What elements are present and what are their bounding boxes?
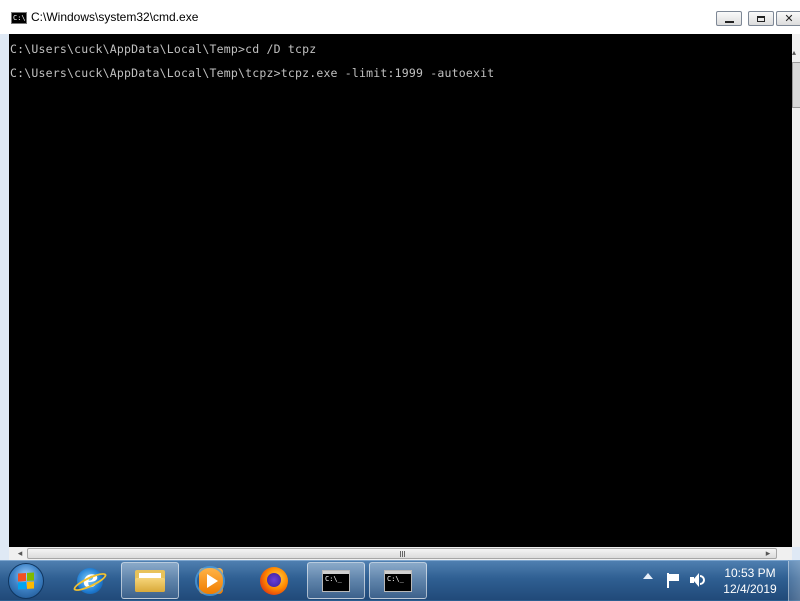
clock-date: 12/4/2019 [723, 582, 777, 596]
action-center-flag-icon[interactable] [667, 573, 680, 588]
taskbar-command-prompt-1[interactable]: C:\_ [307, 562, 365, 599]
firefox-icon [260, 566, 288, 595]
taskbar-firefox[interactable] [245, 562, 303, 599]
close-button[interactable]: ✕ [776, 11, 800, 26]
windows-logo-icon [18, 572, 34, 590]
taskbar-windows-explorer[interactable] [121, 562, 179, 599]
scroll-right-arrow-icon[interactable]: ▸ [761, 547, 775, 560]
speaker-icon[interactable] [690, 573, 706, 587]
ie-icon [77, 564, 103, 594]
minimize-icon [724, 20, 734, 23]
cmd-icon: C:\_ [322, 569, 350, 592]
vertical-scrollbar[interactable]: ▴ [792, 34, 800, 547]
horizontal-scroll-thumb[interactable] [27, 548, 777, 559]
maximize-button[interactable] [748, 11, 774, 26]
media-player-icon [195, 565, 225, 596]
cmd-window[interactable]: C:\ C:\Windows\system32\cmd.exe ✕ C:\Use… [0, 0, 800, 560]
scroll-left-arrow-icon[interactable]: ◂ [13, 547, 27, 560]
window-title: C:\Windows\system32\cmd.exe [31, 10, 199, 24]
taskbar: C:\_ C:\_ 10:53 PM 12/4/2019 [0, 560, 800, 601]
show-desktop-button[interactable] [788, 561, 800, 601]
console-output[interactable]: C:\Users\cuck\AppData\Local\Temp>cd /D t… [9, 34, 792, 547]
show-hidden-icons-arrow-icon[interactable] [643, 573, 653, 579]
console-line: C:\Users\cuck\AppData\Local\Temp\tcpz>tc… [10, 66, 495, 80]
title-bar[interactable]: C:\ C:\Windows\system32\cmd.exe ✕ [0, 0, 800, 34]
minimize-button[interactable] [716, 11, 742, 26]
cmd-icon: C:\_ [384, 569, 412, 592]
system-clock[interactable]: 10:53 PM 12/4/2019 [716, 565, 784, 597]
scroll-up-arrow-icon[interactable]: ▴ [792, 48, 800, 58]
horizontal-scrollbar[interactable]: ◂ ▸ [9, 547, 792, 560]
taskbar-media-player[interactable] [182, 562, 240, 599]
taskbar-command-prompt-2[interactable]: C:\_ [369, 562, 427, 599]
cmd-icon[interactable]: C:\ [11, 12, 27, 24]
grip-icon [399, 550, 405, 557]
taskbar-internet-explorer[interactable] [61, 562, 119, 599]
close-icon: ✕ [784, 12, 794, 25]
maximize-icon [757, 15, 765, 22]
console-line: C:\Users\cuck\AppData\Local\Temp>cd /D t… [10, 42, 317, 56]
vertical-scroll-thumb[interactable] [792, 62, 800, 108]
folder-icon [135, 569, 165, 592]
clock-time: 10:53 PM [724, 566, 776, 580]
start-button[interactable] [8, 563, 44, 599]
